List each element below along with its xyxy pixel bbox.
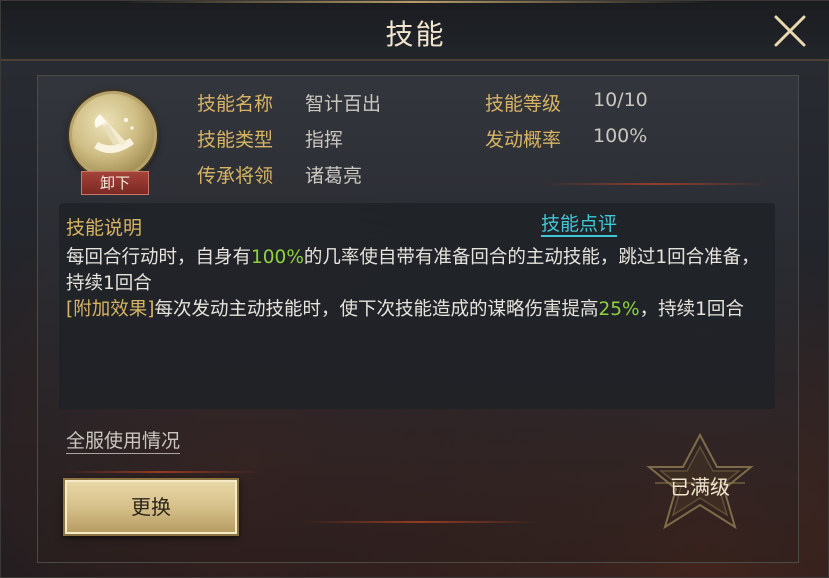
scroll-quill-icon — [69, 91, 157, 179]
description-paragraph-1: 每回合行动时，自身有100%的几率使自带有准备回合的主动技能，跳过1回合准备，持… — [66, 247, 760, 294]
inherit-general-label: 传承将领 — [197, 165, 274, 187]
highlight-value: 100% — [251, 247, 304, 268]
dialog-title: 技能 — [385, 18, 446, 51]
change-skill-button[interactable]: 更换 — [63, 478, 239, 536]
unequip-button[interactable]: 卸下 — [81, 171, 149, 195]
description-paragraph-2: [附加效果]每次发动主动技能时，使下次技能造成的谋略伤害提高25%，持续1回合 — [66, 299, 744, 320]
skill-type-value: 指挥 — [305, 129, 344, 151]
server-usage-link[interactable]: 全服使用情况 — [66, 429, 181, 454]
description-text: 每回合行动时，自身有100%的几率使自带有准备回合的主动技能，跳过1回合准备，持… — [66, 245, 766, 323]
bonus-effect-tag: [附加效果] — [66, 299, 155, 320]
highlight-value: 25% — [598, 299, 640, 320]
skill-review-link[interactable]: 技能点评 — [541, 213, 618, 237]
trigger-rate-value: 100% — [593, 125, 648, 147]
ember-decoration — [61, 471, 261, 473]
dialog-titlebar: 技能 — [1, 1, 829, 61]
skill-level-value: 10/10 — [593, 89, 648, 111]
skill-name-value: 智计百出 — [305, 93, 382, 115]
close-icon[interactable] — [772, 13, 808, 49]
skill-name-label: 技能名称 — [197, 93, 274, 115]
ember-decoration — [301, 521, 541, 523]
max-level-label: 已满级 — [670, 475, 730, 499]
description-title: 技能说明 — [66, 217, 143, 239]
skill-dialog: 技能 卸下 技能名称 智计百出 技能类型 指挥 传承将领 诸葛亮 技能等级 10… — [0, 0, 829, 578]
skill-level-label: 技能等级 — [485, 93, 562, 115]
inherit-general-value: 诸葛亮 — [305, 165, 363, 187]
trigger-rate-label: 发动概率 — [485, 129, 562, 151]
skill-type-label: 技能类型 — [197, 129, 274, 151]
ember-decoration — [541, 183, 771, 185]
